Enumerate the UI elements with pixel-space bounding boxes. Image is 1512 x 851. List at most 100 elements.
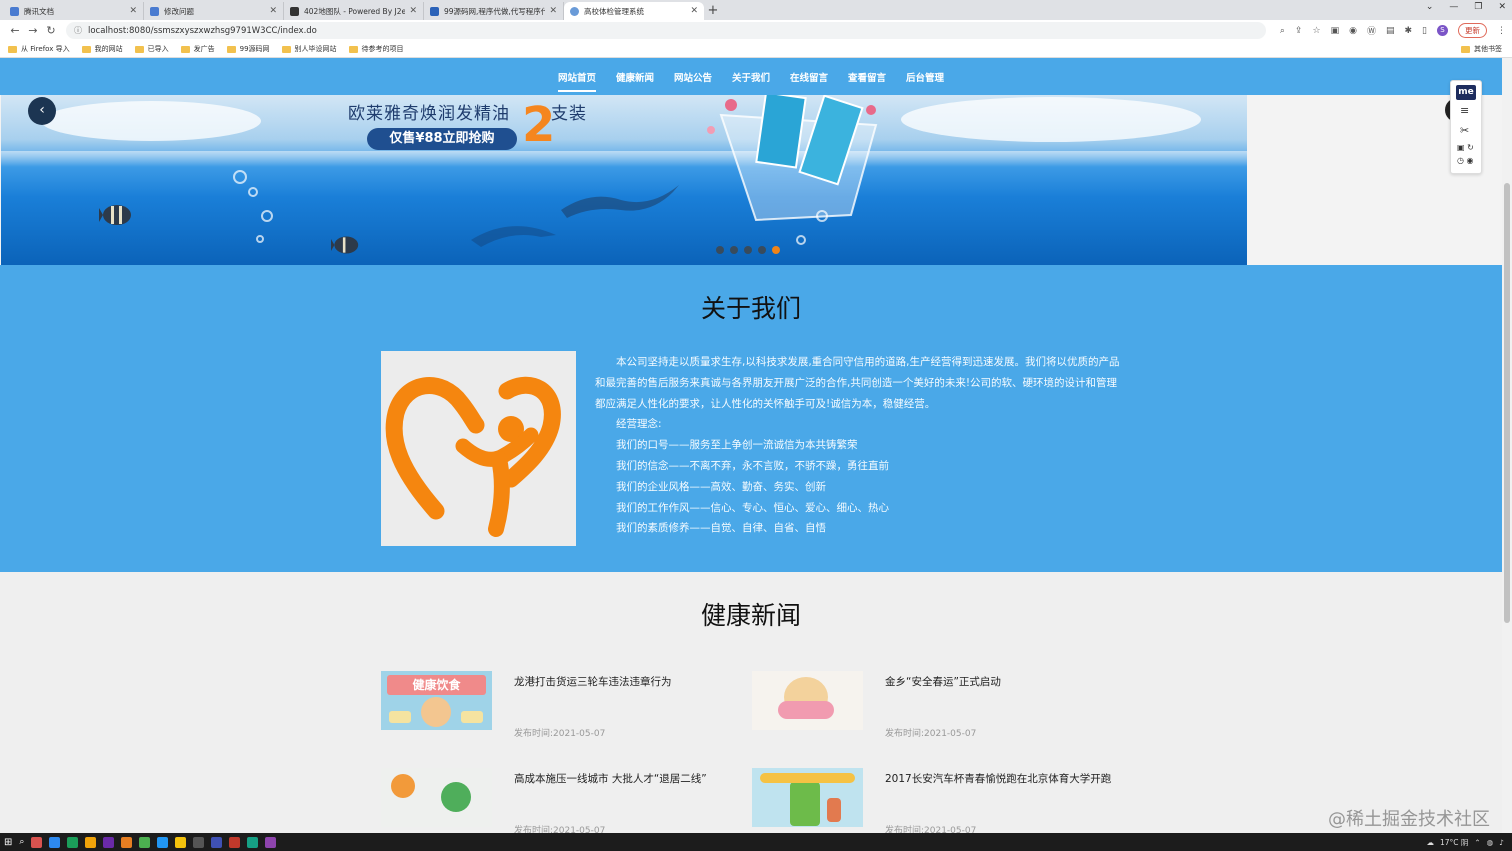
- carousel-prev-button[interactable]: ‹: [28, 97, 56, 125]
- nav-announcements[interactable]: 网站公告: [674, 66, 712, 88]
- app-icon[interactable]: [49, 836, 61, 848]
- app-icon[interactable]: [229, 836, 241, 848]
- new-tab-button[interactable]: +: [704, 2, 722, 20]
- carousel-dot-active[interactable]: [772, 246, 780, 254]
- browser-tab[interactable]: 修改问题 ✕: [144, 2, 284, 20]
- menu-icon[interactable]: ≡: [1460, 104, 1469, 117]
- nav-admin[interactable]: 后台管理: [906, 66, 944, 88]
- url-input[interactable]: ⓘ localhost:8080/ssmszxyszxwzhsg9791W3CC…: [66, 22, 1266, 39]
- tab-close-icon[interactable]: ✕: [549, 6, 557, 16]
- other-bookmarks[interactable]: 其他书签: [1461, 44, 1502, 54]
- screenshot-icon[interactable]: ◉: [1349, 26, 1357, 36]
- forward-icon[interactable]: →: [24, 24, 42, 37]
- carousel-dot[interactable]: [730, 246, 738, 254]
- update-button[interactable]: 更新: [1458, 23, 1487, 38]
- bubble-shape: [248, 187, 258, 197]
- bookmark-item[interactable]: 99源码网: [226, 44, 270, 54]
- news-thumbnail[interactable]: 健康饮食: [381, 671, 492, 730]
- scrollbar-thumb[interactable]: [1504, 183, 1510, 623]
- tool-icon[interactable]: ✂: [1460, 124, 1469, 137]
- app-icon[interactable]: [247, 836, 259, 848]
- zoom-icon[interactable]: ⌕: [1280, 26, 1285, 36]
- tab-close-icon[interactable]: ✕: [409, 6, 417, 16]
- bookmark-star-icon[interactable]: ☆: [1313, 26, 1321, 36]
- image-extension-icon[interactable]: ▤: [1386, 26, 1395, 36]
- browser-tab[interactable]: 402地图队 - Powered By J2eeF ✕: [284, 2, 424, 20]
- minimize-icon[interactable]: —: [1449, 2, 1458, 12]
- news-thumbnail[interactable]: [752, 671, 863, 730]
- page-scrollbar[interactable]: [1502, 58, 1512, 833]
- close-window-icon[interactable]: ✕: [1498, 2, 1506, 12]
- carousel-dot[interactable]: [758, 246, 766, 254]
- me-extension-badge[interactable]: me: [1456, 85, 1476, 100]
- news-thumbnail[interactable]: [752, 768, 863, 827]
- bookmark-item[interactable]: 我的网站: [81, 44, 123, 54]
- restore-icon[interactable]: ❐: [1474, 2, 1482, 12]
- tab-close-icon[interactable]: ✕: [690, 6, 698, 16]
- tray-arrow-icon[interactable]: ⌃: [1474, 838, 1480, 847]
- news-item-title[interactable]: 龙港打击货运三轮车违法违章行为: [514, 674, 672, 689]
- news-item-title[interactable]: 高成本施压一线城市 大批人才“退居二线”: [514, 771, 707, 786]
- app-icon[interactable]: [85, 836, 97, 848]
- menu-kebab-icon[interactable]: ⋮: [1497, 26, 1506, 36]
- app-icon[interactable]: [193, 836, 205, 848]
- file-explorer-icon[interactable]: [175, 836, 187, 848]
- reload-icon[interactable]: ↻: [42, 24, 60, 37]
- news-item-title[interactable]: 金乡“安全春运”正式启动: [885, 674, 1001, 689]
- volume-icon[interactable]: ♪: [1499, 838, 1504, 847]
- weather-text[interactable]: 17°C 阴: [1440, 837, 1468, 848]
- refresh-icon[interactable]: ▣ ↻: [1457, 143, 1474, 152]
- browser-tab[interactable]: 腾讯文档 ✕: [4, 2, 144, 20]
- news-item[interactable]: 金乡“安全春运”正式启动 发布时间:2021-05-07: [752, 671, 1112, 739]
- windows-start-icon[interactable]: ⊞: [4, 837, 12, 848]
- profile-avatar[interactable]: S: [1437, 25, 1448, 36]
- search-icon[interactable]: ⌕: [19, 837, 24, 847]
- tab-close-icon[interactable]: ✕: [269, 6, 277, 16]
- banner-buy-pill[interactable]: 仅售¥88立即抢购: [367, 128, 517, 150]
- nav-leave-message[interactable]: 在线留言: [790, 66, 828, 88]
- app-icon[interactable]: [103, 836, 115, 848]
- share-icon[interactable]: ⇪: [1295, 26, 1303, 36]
- sidebar-icon[interactable]: ▯: [1422, 26, 1427, 36]
- browser-tab-active[interactable]: 高校体检管理系统 ✕: [564, 2, 704, 20]
- extension-icon[interactable]: ▣: [1331, 26, 1340, 36]
- app-icon[interactable]: [67, 836, 79, 848]
- carousel-dot[interactable]: [744, 246, 752, 254]
- news-item[interactable]: 高成本施压一线城市 大批人才“退居二线” 发布时间:2021-05-07: [381, 768, 741, 833]
- news-item-title[interactable]: 2017长安汽车杯青春愉悦跑在北京体育大学开跑: [885, 771, 1111, 786]
- w-extension-icon[interactable]: Ⓦ: [1367, 24, 1376, 37]
- tab-search-icon[interactable]: ⌄: [1426, 2, 1434, 12]
- tab-close-icon[interactable]: ✕: [129, 6, 137, 16]
- app-icon[interactable]: [265, 836, 277, 848]
- app-icon[interactable]: [157, 836, 169, 848]
- puzzle-icon[interactable]: ✱: [1405, 26, 1413, 36]
- news-item[interactable]: 2017长安汽车杯青春愉悦跑在北京体育大学开跑 发布时间:2021-05-07: [752, 768, 1112, 833]
- nav-health-news[interactable]: 健康新闻: [616, 66, 654, 88]
- bookmark-item[interactable]: 别人毕设网站: [281, 44, 337, 54]
- nav-home[interactable]: 网站首页: [557, 66, 596, 92]
- network-icon[interactable]: ◍: [1487, 838, 1494, 847]
- app-icon[interactable]: [211, 836, 223, 848]
- address-bar-row: ← → ↻ ⓘ localhost:8080/ssmszxyszxwzhsg97…: [0, 20, 1512, 41]
- app-icon[interactable]: [31, 836, 43, 848]
- site-nav: 网站首页 健康新闻 网站公告 关于我们 在线留言 查看留言 后台管理: [0, 58, 1502, 95]
- news-item[interactable]: 健康饮食 龙港打击货运三轮车违法违章行为 发布时间:2021-05-07: [381, 671, 741, 739]
- bookmark-item[interactable]: 已导入: [134, 44, 169, 54]
- nav-view-messages[interactable]: 查看留言: [848, 66, 886, 88]
- weather-icon[interactable]: ☁: [1426, 838, 1434, 847]
- carousel-dot[interactable]: [716, 246, 724, 254]
- chrome-icon[interactable]: [139, 836, 151, 848]
- bookmark-item[interactable]: 发广告: [180, 44, 215, 54]
- site-info-icon[interactable]: ⓘ: [74, 25, 82, 36]
- nav-about[interactable]: 关于我们: [732, 66, 770, 88]
- back-icon[interactable]: ←: [6, 24, 24, 37]
- news-thumbnail[interactable]: [381, 768, 492, 827]
- bookmark-item[interactable]: 从 Firefox 导入: [8, 44, 70, 54]
- mermaid-silhouette: [561, 185, 679, 218]
- system-tray: ☁ 17°C 阴 ⌃ ◍ ♪: [1426, 837, 1504, 848]
- bookmark-item[interactable]: 待参考的项目: [348, 44, 404, 54]
- banner-carousel[interactable]: 欧莱雅奇焕润发精油 2 支装 仅售¥88立即抢购 ‹: [1, 95, 1247, 265]
- browser-tab[interactable]: 99源码网,程序代做,代写程序代码 ✕: [424, 2, 564, 20]
- clock-icon[interactable]: ◷ ◉: [1457, 156, 1474, 165]
- app-icon[interactable]: [121, 836, 133, 848]
